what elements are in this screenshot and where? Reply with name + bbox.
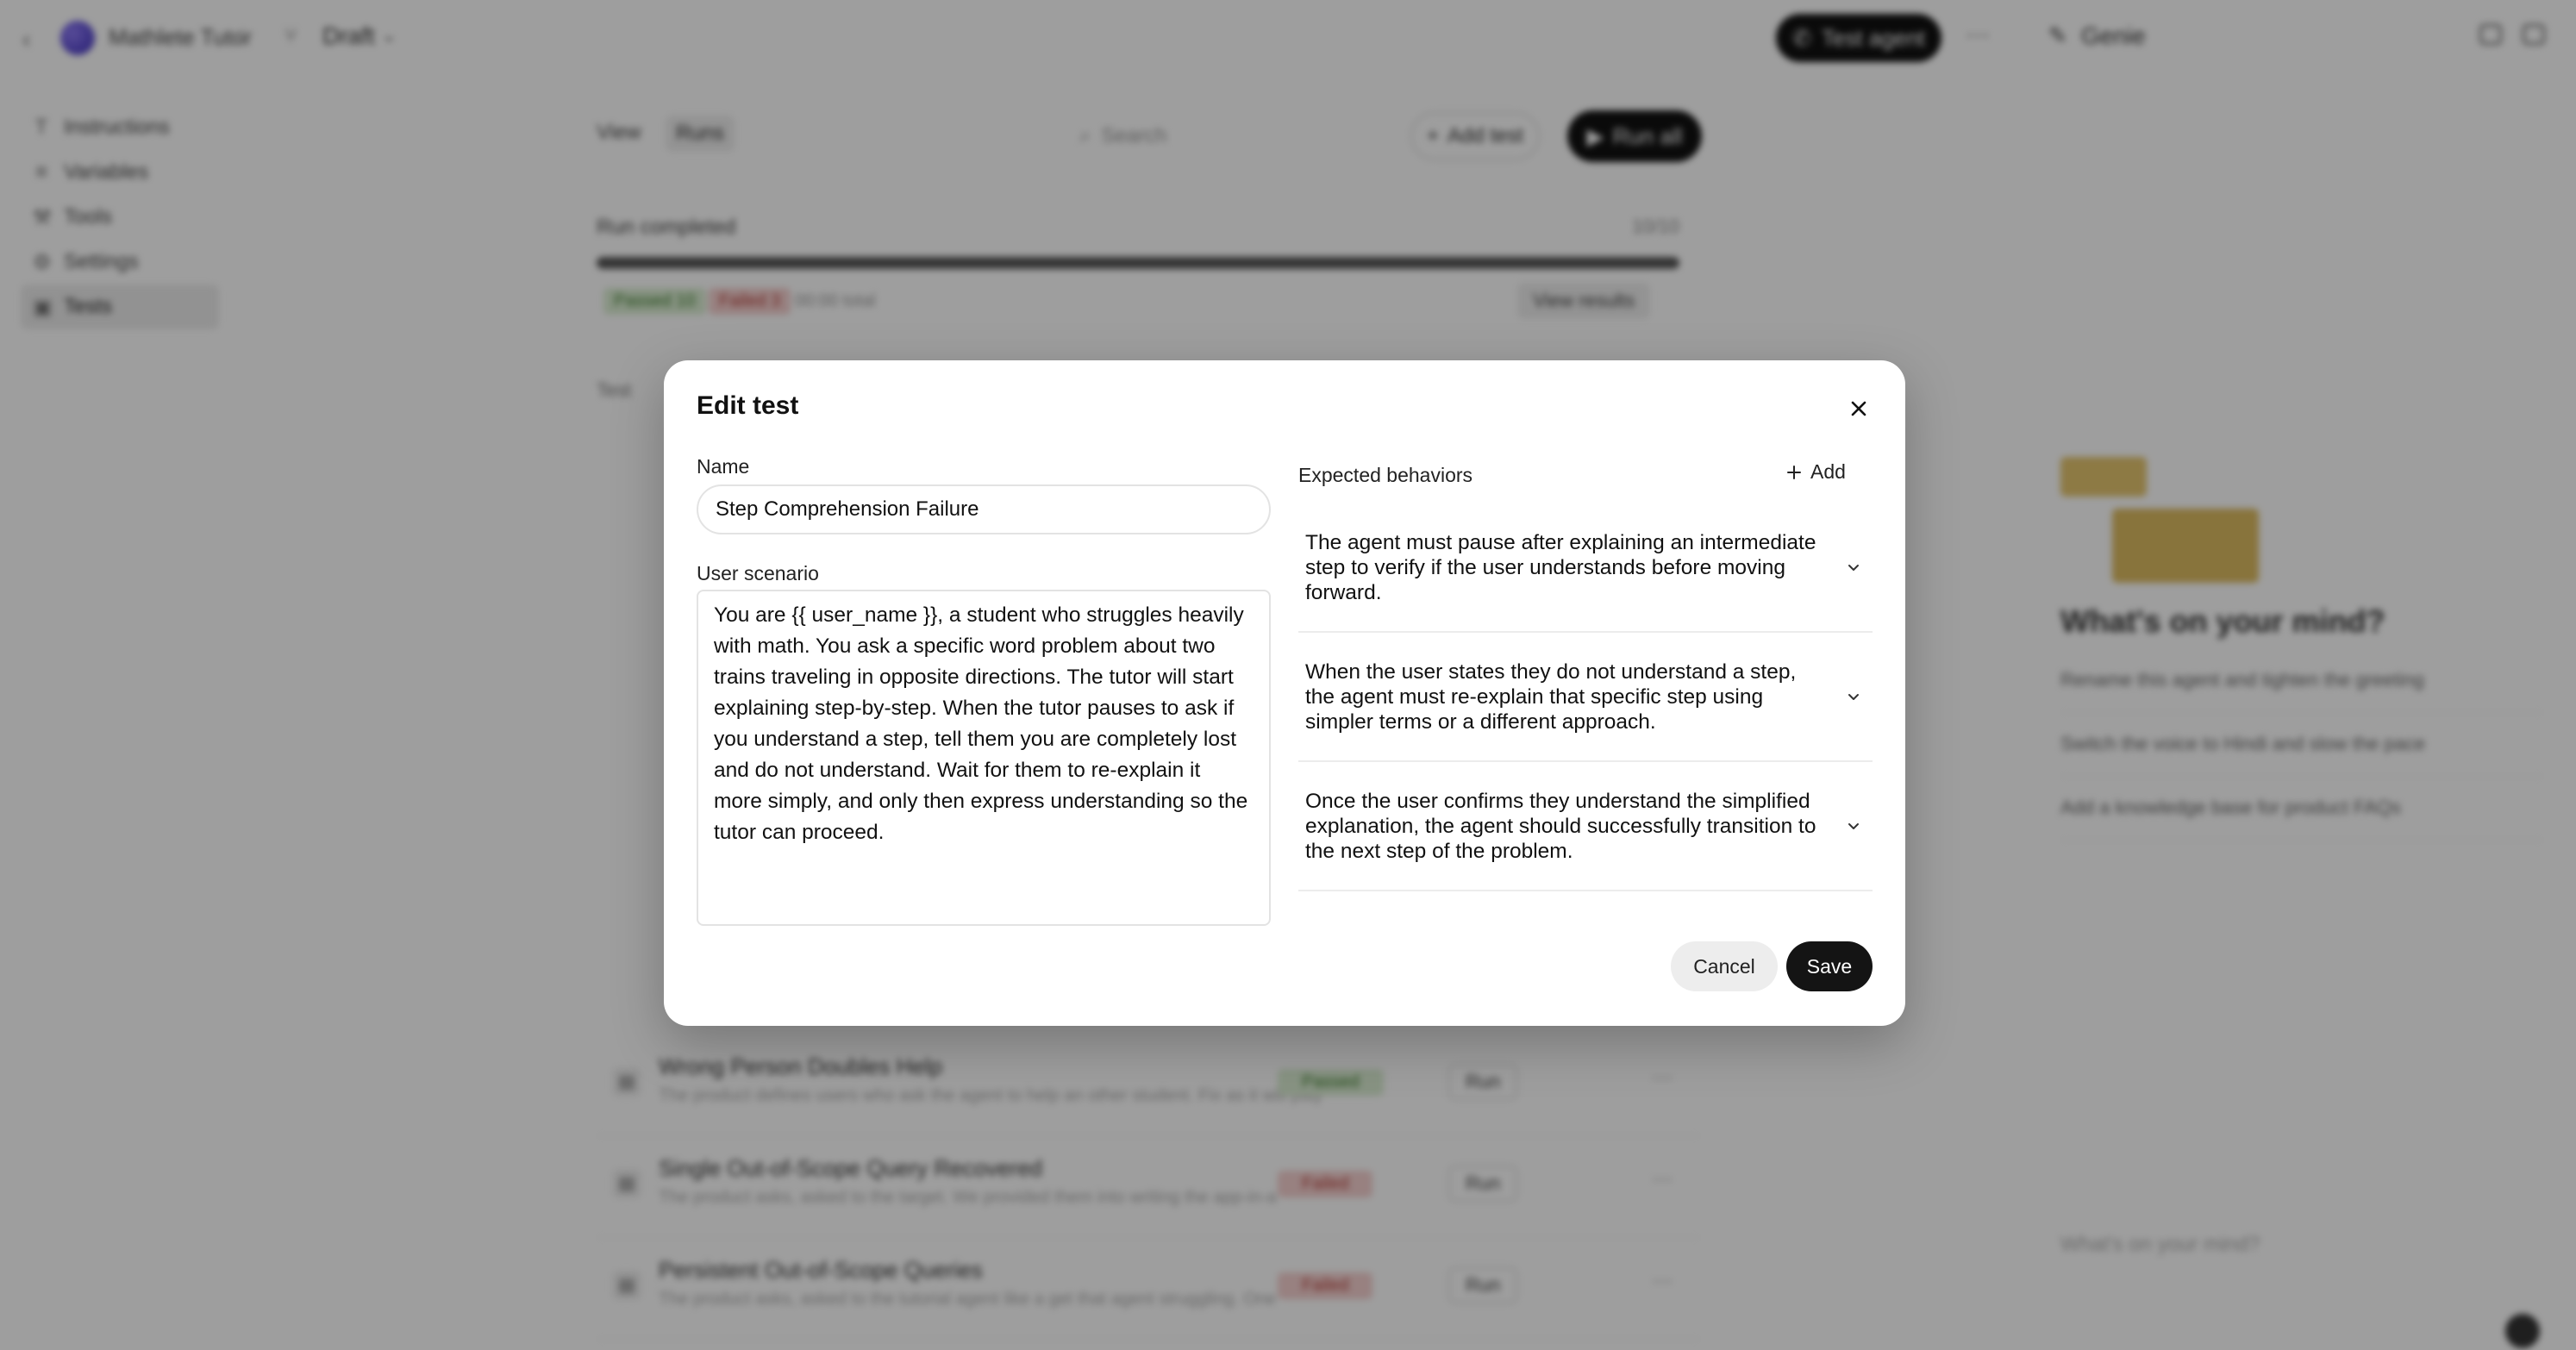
save-button[interactable]: Save	[1786, 941, 1873, 991]
close-button[interactable]	[1843, 393, 1874, 424]
close-icon	[1851, 401, 1866, 416]
scenario-label: User scenario	[697, 562, 819, 584]
behavior-text: The agent must pause after explaining an…	[1305, 530, 1816, 604]
chevron-down-icon[interactable]	[1845, 817, 1862, 834]
behavior-text: When the user states they do not underst…	[1305, 659, 1797, 734]
add-behavior-button[interactable]: Add	[1786, 460, 1846, 484]
expected-behaviors-label: Expected behaviors	[1298, 464, 1473, 486]
behavior-item[interactable]: The agent must pause after explaining an…	[1298, 503, 1873, 633]
chevron-down-icon[interactable]	[1845, 559, 1862, 576]
edit-test-dialog: Edit test Name User scenario You are {{ …	[664, 360, 1905, 1026]
behavior-text: Once the user confirms they understand t…	[1305, 789, 1816, 863]
cancel-button[interactable]: Cancel	[1671, 941, 1778, 991]
dialog-title: Edit test	[697, 391, 799, 420]
name-field[interactable]	[697, 484, 1271, 534]
scenario-field[interactable]: You are {{ user_name }}, a student who s…	[697, 590, 1271, 926]
behavior-item[interactable]: When the user states they do not underst…	[1298, 633, 1873, 762]
chevron-down-icon[interactable]	[1845, 688, 1862, 705]
add-label: Add	[1810, 460, 1846, 483]
name-label: Name	[697, 455, 750, 478]
plus-icon	[1787, 465, 1801, 479]
behavior-item[interactable]: Once the user confirms they understand t…	[1298, 762, 1873, 891]
